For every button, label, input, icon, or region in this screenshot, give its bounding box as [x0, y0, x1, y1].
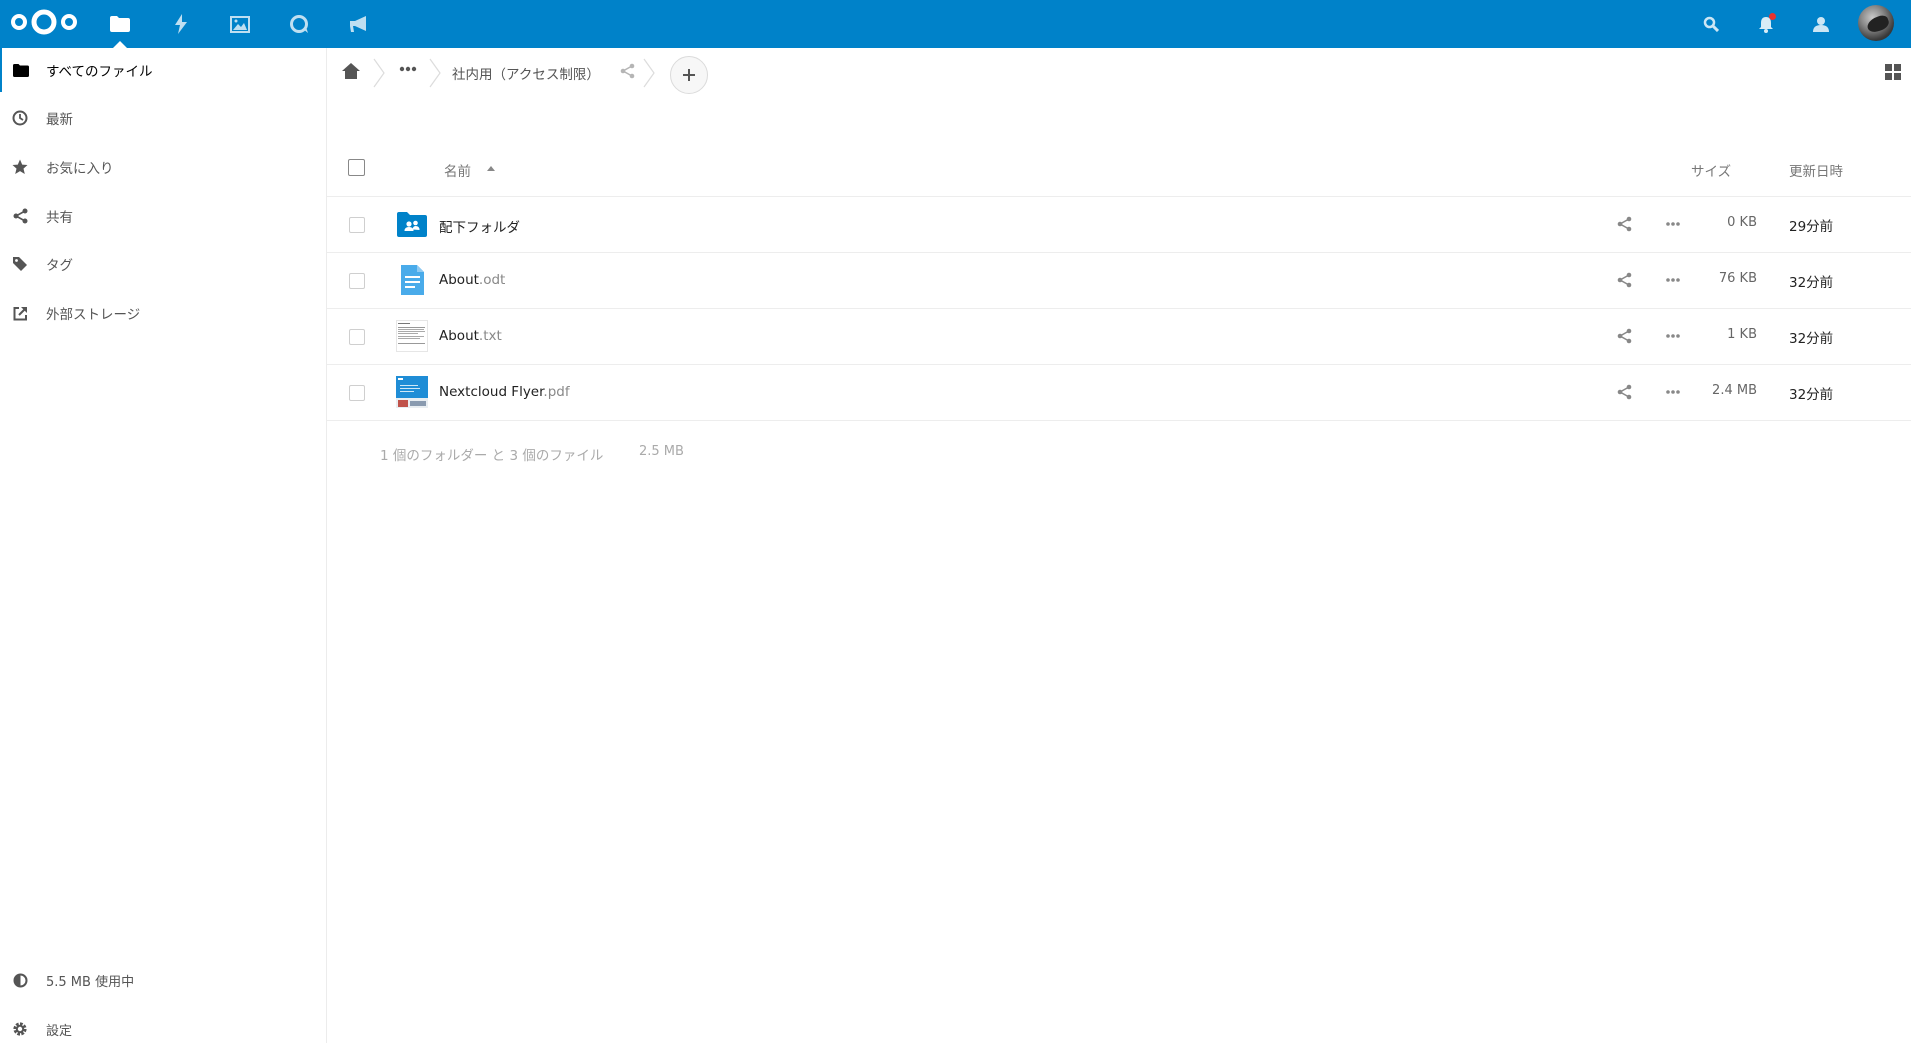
shared-folder-icon	[397, 212, 427, 237]
file-size: 2.4 MB	[1712, 383, 1757, 398]
clock-icon	[12, 110, 28, 126]
breadcrumb-current-folder[interactable]: 社内用（アクセス制限）	[452, 63, 600, 83]
gallery-icon	[230, 15, 250, 33]
file-size: 76 KB	[1718, 271, 1757, 286]
file-size: 1 KB	[1727, 327, 1757, 342]
file-row[interactable]: Nextcloud Flyer.pdf 2.4 MB 32分前	[327, 365, 1911, 421]
nav-shares[interactable]: 共有	[0, 194, 326, 238]
column-header-size[interactable]: サイズ	[1691, 160, 1731, 180]
nav-label: お気に入り	[46, 161, 114, 177]
more-actions-icon[interactable]	[1665, 277, 1681, 283]
breadcrumb-separator	[373, 58, 385, 88]
nav-label: 最新	[46, 112, 73, 128]
notification-badge-dot	[1769, 13, 1776, 20]
plus-icon	[683, 69, 695, 81]
folder-icon	[110, 16, 130, 32]
file-modified: 32分前	[1789, 331, 1834, 347]
column-header-name[interactable]: 名前	[444, 160, 471, 180]
file-name[interactable]: About.odt	[439, 272, 505, 288]
tag-icon	[13, 257, 27, 271]
nav-tags[interactable]: タグ	[0, 242, 326, 286]
text-file-thumbnail-icon	[396, 320, 428, 352]
app-navigation: すべてのファイル 最新 お気に入り 共有 タグ 外部ストレージ 5.5 MB 使…	[0, 48, 327, 1043]
settings-label: 設定	[46, 1023, 73, 1039]
breadcrumb-more-icon[interactable]	[398, 64, 418, 74]
nextcloud-logo[interactable]	[10, 8, 78, 36]
nav-label: タグ	[46, 258, 73, 274]
file-modified: 32分前	[1789, 387, 1834, 403]
nav-external-storage[interactable]: 外部ストレージ	[0, 291, 326, 335]
file-name[interactable]: About.txt	[439, 328, 502, 344]
row-checkbox[interactable]	[349, 329, 365, 345]
breadcrumb-separator	[429, 58, 441, 88]
file-size: 0 KB	[1727, 215, 1757, 230]
file-list-header: 名前 サイズ 更新日時	[327, 146, 1911, 197]
quota-pie-icon	[13, 973, 27, 987]
file-row[interactable]: About.txt 1 KB 32分前	[327, 309, 1911, 365]
file-modified: 32分前	[1789, 275, 1834, 291]
top-bar	[0, 0, 1911, 49]
file-modified: 29分前	[1789, 219, 1834, 235]
file-list-total-size: 2.5 MB	[639, 444, 684, 459]
nav-favorites[interactable]: お気に入り	[0, 145, 326, 189]
nav-recent[interactable]: 最新	[0, 96, 326, 140]
pdf-thumbnail-icon	[396, 376, 428, 408]
nav-label: すべてのファイル	[46, 64, 153, 80]
folder-icon	[13, 63, 29, 77]
external-link-icon	[13, 306, 27, 320]
activity-app-icon[interactable]	[152, 0, 210, 48]
breadcrumb-separator	[643, 58, 655, 88]
share-icon[interactable]	[1617, 328, 1632, 344]
row-checkbox[interactable]	[349, 217, 365, 233]
storage-quota[interactable]: 5.5 MB 使用中	[0, 958, 326, 1002]
nav-all-files[interactable]: すべてのファイル	[0, 48, 328, 92]
more-actions-icon[interactable]	[1665, 333, 1681, 339]
talk-app-icon[interactable]	[270, 0, 328, 48]
file-row[interactable]: 配下フォルダ 0 KB 29分前	[327, 197, 1911, 253]
search-button[interactable]	[1687, 0, 1735, 48]
activity-icon	[175, 14, 187, 34]
share-icon[interactable]	[1617, 216, 1632, 232]
contacts-icon	[1813, 17, 1829, 32]
star-icon	[12, 159, 28, 174]
nav-label: 外部ストレージ	[46, 307, 141, 323]
new-file-button[interactable]	[670, 56, 708, 94]
user-avatar[interactable]	[1858, 5, 1894, 41]
file-name[interactable]: 配下フォルダ	[439, 216, 520, 236]
row-checkbox[interactable]	[349, 385, 365, 401]
grid-view-toggle-icon[interactable]	[1885, 64, 1901, 80]
search-icon	[1703, 16, 1719, 32]
contacts-menu-button[interactable]	[1797, 0, 1845, 48]
sort-ascending-icon[interactable]	[487, 166, 495, 171]
settings-button[interactable]: 設定	[0, 1007, 326, 1051]
share-icon	[13, 208, 27, 224]
announcements-app-icon[interactable]	[330, 0, 388, 48]
megaphone-icon	[350, 16, 366, 32]
nav-label: 共有	[46, 210, 73, 226]
share-icon[interactable]	[1617, 272, 1632, 288]
talk-icon	[290, 15, 308, 33]
share-icon[interactable]	[620, 63, 635, 79]
files-app-icon[interactable]	[91, 0, 149, 49]
document-icon	[401, 265, 424, 295]
more-actions-icon[interactable]	[1665, 389, 1681, 395]
share-icon[interactable]	[1617, 384, 1632, 400]
file-row[interactable]: About.odt 76 KB 32分前	[327, 253, 1911, 309]
more-actions-icon[interactable]	[1665, 221, 1681, 227]
column-header-modified[interactable]: 更新日時	[1789, 160, 1843, 180]
file-list-summary: 1 個のフォルダー と 3 個のファイル	[380, 448, 604, 464]
row-checkbox[interactable]	[349, 273, 365, 289]
file-name[interactable]: Nextcloud Flyer.pdf	[439, 384, 570, 400]
gear-icon	[13, 1022, 27, 1036]
home-icon[interactable]	[340, 60, 362, 82]
select-all-checkbox[interactable]	[348, 159, 365, 176]
notifications-button[interactable]	[1742, 0, 1790, 48]
quota-text: 5.5 MB 使用中	[46, 974, 135, 990]
gallery-app-icon[interactable]	[211, 0, 269, 48]
